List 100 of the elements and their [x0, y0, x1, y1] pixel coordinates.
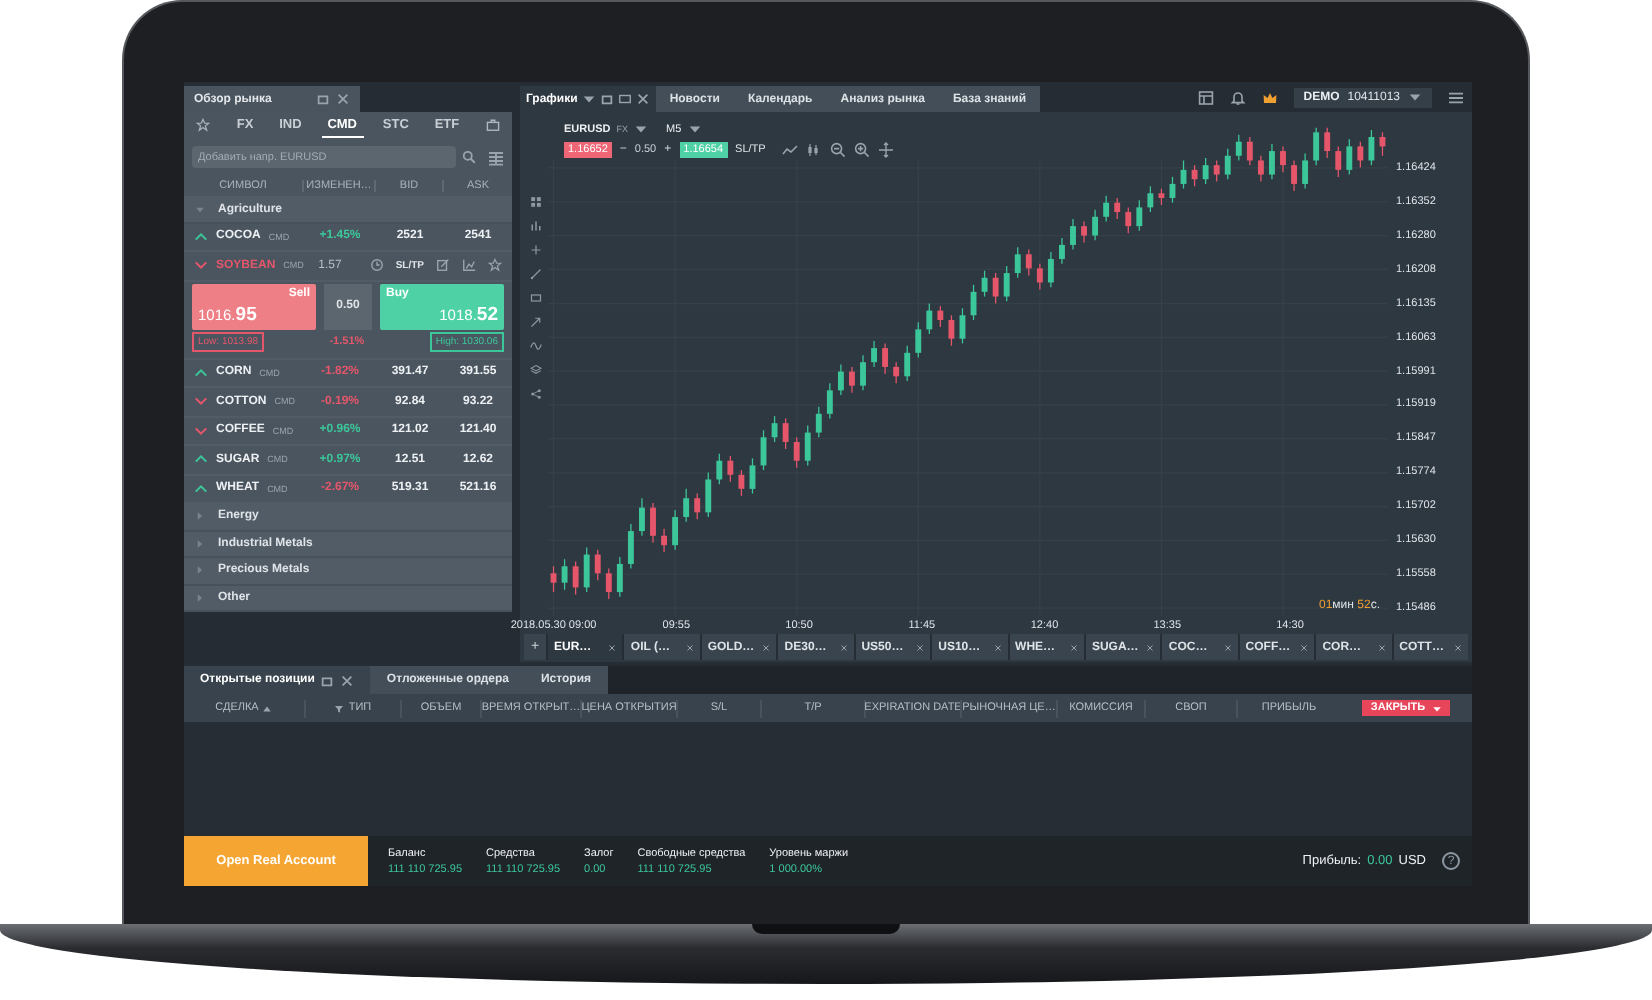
close-icon[interactable]	[762, 643, 771, 651]
close-icon[interactable]	[839, 643, 848, 651]
crosshair-icon[interactable]	[877, 141, 894, 157]
line-tool-icon[interactable]	[530, 268, 542, 280]
close-icon[interactable]	[1300, 643, 1309, 651]
candle	[793, 436, 800, 469]
caret-icon	[1431, 703, 1442, 713]
candle	[738, 469, 745, 497]
maximize-icon[interactable]	[617, 92, 632, 106]
candle	[1070, 218, 1076, 251]
candle	[716, 453, 723, 485]
candle	[1092, 209, 1099, 241]
candle	[683, 488, 690, 523]
candle	[782, 417, 789, 450]
candle	[727, 455, 734, 483]
candle	[1235, 134, 1242, 162]
candle	[627, 523, 634, 570]
table-view-icon[interactable]	[488, 149, 504, 166]
layers-icon[interactable]	[530, 364, 542, 376]
candle	[672, 509, 679, 551]
line-chart-icon[interactable]	[781, 141, 798, 157]
candle	[616, 556, 623, 598]
candle	[705, 471, 712, 518]
briefcase-icon	[485, 118, 499, 133]
caret-icon	[1408, 90, 1422, 104]
caret-icon[interactable]	[687, 122, 702, 136]
candle	[1180, 159, 1187, 190]
edit-icon[interactable]	[436, 258, 450, 273]
candle	[1324, 127, 1331, 159]
share-icon[interactable]	[530, 388, 542, 400]
candle	[1224, 148, 1231, 180]
candle	[1025, 249, 1032, 277]
candle	[1313, 127, 1320, 166]
candle	[694, 492, 701, 520]
candle	[1202, 157, 1209, 185]
bars-icon[interactable]	[530, 220, 542, 232]
candle	[882, 342, 889, 375]
candle	[1335, 145, 1342, 178]
candle	[749, 457, 756, 495]
candle	[815, 406, 822, 438]
caret-icon[interactable]	[634, 122, 648, 136]
caret-icon[interactable]	[581, 92, 596, 106]
filter-icon[interactable]	[334, 703, 345, 713]
candle	[1302, 152, 1309, 190]
arrow-icon[interactable]	[530, 316, 542, 328]
close-icon[interactable]	[608, 643, 617, 651]
candle	[561, 558, 568, 591]
candle	[1059, 237, 1065, 265]
chart-icon[interactable]	[462, 258, 476, 273]
candle	[1246, 136, 1253, 166]
close-icon[interactable]	[685, 643, 694, 651]
restore-icon[interactable]	[599, 92, 614, 106]
candle	[1147, 185, 1154, 213]
candle	[1036, 263, 1043, 291]
candle	[1103, 195, 1110, 223]
crown-icon[interactable]	[1261, 89, 1278, 105]
candlestick-icon[interactable]	[805, 141, 822, 157]
candle	[871, 340, 877, 368]
grid-icon[interactable]	[530, 196, 542, 208]
close-icon[interactable]	[340, 673, 355, 687]
candle	[1357, 141, 1364, 169]
rectangle-icon[interactable]	[530, 292, 542, 304]
candle	[650, 502, 656, 544]
close-icon[interactable]	[635, 92, 650, 106]
candle	[1291, 159, 1297, 192]
candle	[926, 302, 933, 335]
curve-icon[interactable]	[530, 340, 542, 352]
restore-icon[interactable]	[320, 673, 335, 687]
close-icon[interactable]	[1069, 643, 1078, 651]
candle	[550, 565, 557, 593]
candle	[849, 366, 855, 394]
candle	[1346, 138, 1353, 176]
candle	[948, 314, 955, 347]
candle	[1379, 131, 1386, 157]
menu-icon[interactable]	[1448, 89, 1464, 105]
close-icon[interactable]	[1454, 643, 1463, 651]
candle	[771, 415, 778, 443]
star-icon[interactable]	[488, 258, 502, 273]
zoom-in-icon[interactable]	[853, 141, 870, 157]
restore-icon[interactable]	[316, 92, 330, 106]
clock-icon[interactable]	[369, 258, 384, 273]
zoom-out-icon[interactable]	[829, 141, 846, 157]
candle	[992, 272, 999, 305]
close-icon[interactable]	[336, 92, 350, 106]
close-icon[interactable]	[916, 643, 925, 651]
candle	[661, 528, 667, 553]
candle	[1081, 220, 1087, 244]
layout-icon[interactable]	[1197, 89, 1214, 105]
plus-icon[interactable]	[530, 244, 542, 256]
close-icon[interactable]	[993, 643, 1002, 651]
search-icon[interactable]	[462, 150, 476, 165]
close-icon[interactable]	[1146, 643, 1155, 651]
candle	[594, 549, 601, 581]
close-icon[interactable]	[1377, 643, 1386, 651]
bell-icon[interactable]	[1229, 89, 1246, 105]
close-icon[interactable]	[1223, 643, 1232, 651]
candle	[860, 354, 866, 391]
candle	[1158, 188, 1165, 206]
candle	[1257, 155, 1264, 183]
candle	[1047, 251, 1054, 288]
